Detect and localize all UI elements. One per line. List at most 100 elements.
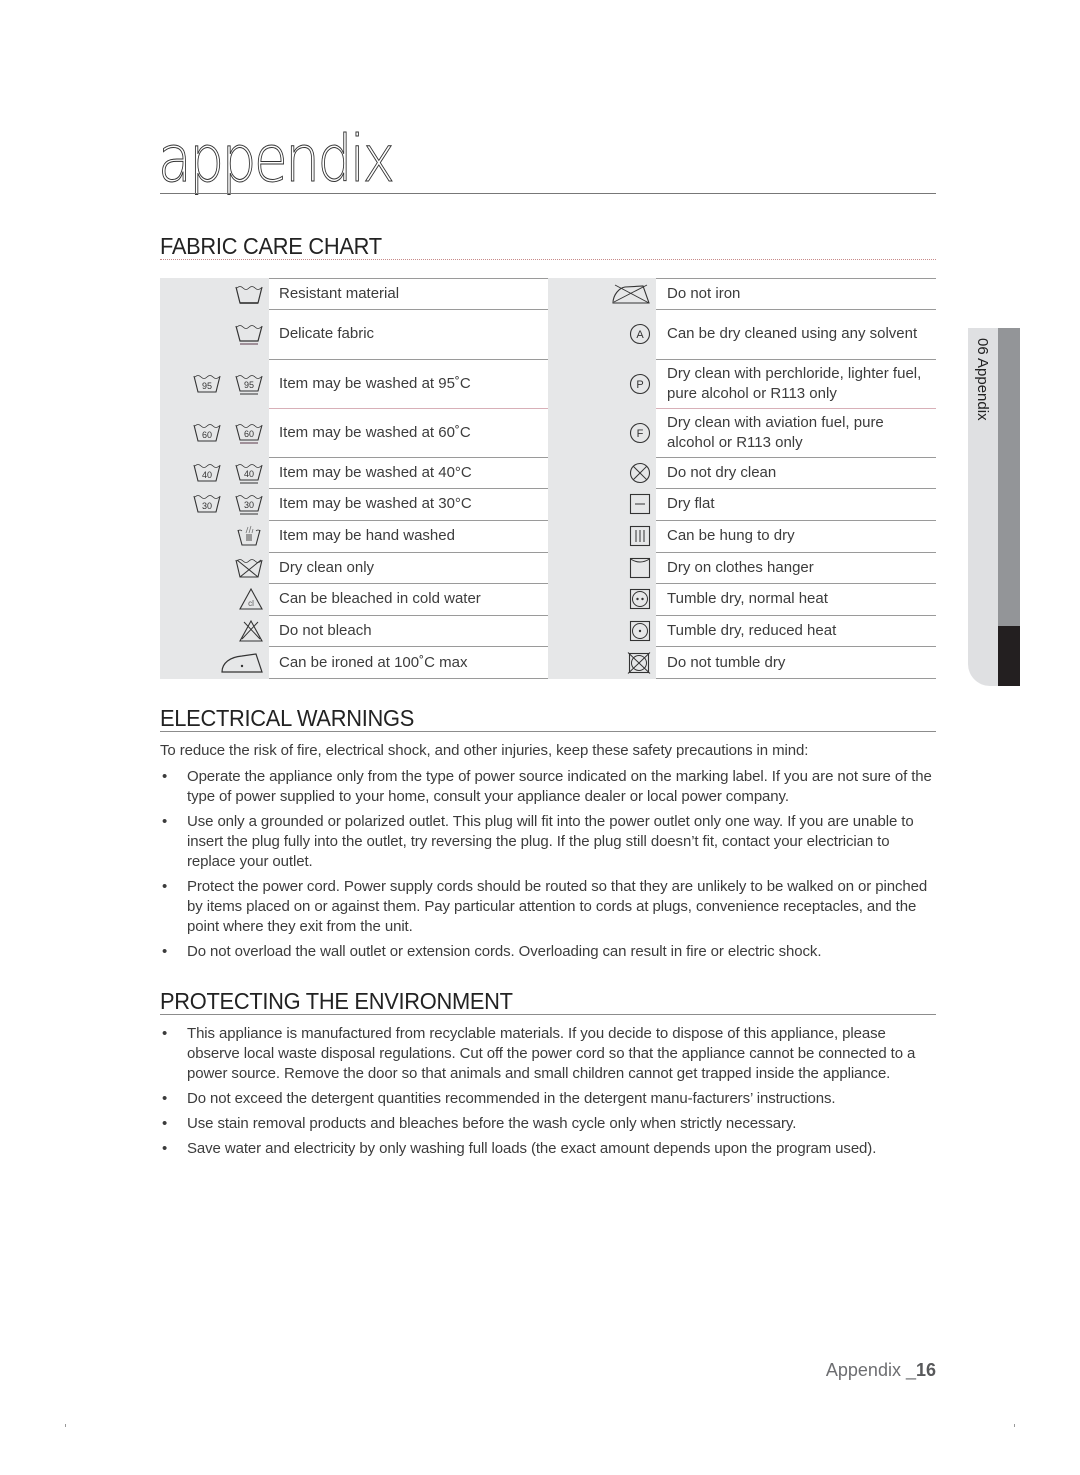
svg-text:40: 40 [202, 470, 212, 480]
page-title: appendix [158, 123, 396, 197]
care-row: 95 95 Item may be washed at 95˚C [160, 359, 548, 408]
wash-60-icon: 60 [193, 423, 221, 442]
bullet-item: • Protect the power cord. Power supply co… [162, 878, 928, 935]
hanger-dry-icon [629, 557, 651, 578]
care-row: Dry on clothes hanger [548, 552, 936, 583]
iron-low-icon [221, 652, 263, 673]
care-row: 60 60 Item may be washed at 60˚C [160, 408, 548, 457]
svg-text:P: P [636, 379, 643, 391]
care-row: cl Can be bleached in cold water [160, 583, 548, 615]
tumble-dry-normal-icon [629, 588, 651, 610]
care-chart-right: Do not iron A Can be dry cleaned using a… [548, 278, 936, 679]
care-row: Can be hung to dry [548, 520, 936, 552]
dry-clean-f-icon: F [629, 422, 651, 443]
care-label: Can be dry cleaned using any solvent [667, 325, 918, 342]
care-row: Resistant material [160, 278, 548, 309]
care-label: Delicate fabric [279, 325, 375, 342]
do-not-bleach-icon [239, 619, 263, 642]
bullet-item: • This appliance is manufactured from rec… [162, 1025, 916, 1082]
chapter-tab-label: 06 Appendix [974, 338, 991, 421]
care-label: Can be bleached in cold water [279, 590, 481, 607]
care-label: Dry clean with aviation fuel, pure alcoh… [667, 413, 884, 451]
care-row: Dry clean only [160, 552, 548, 583]
title-rule [160, 193, 936, 194]
wash-tub-delicate-icon [235, 325, 263, 345]
svg-text:A: A [636, 329, 644, 341]
svg-text:95: 95 [202, 381, 212, 391]
electrical-warnings-rule [160, 731, 936, 732]
bullet-item: • Do not exceed the detergent quantities … [162, 1090, 836, 1107]
wash-30-delicate-icon: 30 [235, 495, 263, 515]
care-label: Do not bleach [279, 621, 372, 639]
bullet-item: • Use stain removal products and bleaches… [162, 1115, 797, 1132]
chapter-side-tab: 06 Appendix [968, 328, 1022, 686]
environment-heading: PROTECTING THE ENVIRONMENT [160, 988, 513, 1014]
line-dry-icon [629, 525, 651, 547]
care-label: Item may be washed at 30°C [279, 495, 472, 512]
wash-60-delicate-icon: 60 [235, 423, 263, 443]
fabric-care-rule [160, 259, 936, 260]
care-row: Do not dry clean [548, 457, 936, 488]
care-row: Delicate fabric [160, 309, 548, 359]
care-row: A Can be dry cleaned using any solvent [548, 309, 936, 359]
care-label: Dry clean with perchloride, lighter fuel… [667, 364, 922, 402]
svg-text:30: 30 [244, 500, 254, 510]
dry-clean-a-icon: A [629, 323, 651, 345]
care-label: Item may be washed at 60˚C [279, 423, 471, 441]
crop-mark [1014, 1424, 1015, 1427]
electrical-bullet-list: • Operate the appliance only from the typ… [160, 767, 940, 967]
wash-40-icon: 40 [193, 463, 221, 482]
care-row: Tumble dry, reduced heat [548, 615, 936, 646]
care-chart-left: Resistant material Delicate fabric 95 95… [160, 278, 548, 679]
care-label: Tumble dry, normal heat [667, 590, 828, 607]
svg-text:F: F [637, 428, 644, 440]
bleach-cold-icon: cl [239, 587, 263, 610]
care-row: 30 30 Item may be washed at 30°C [160, 488, 548, 520]
wash-30-icon: 30 [193, 495, 221, 513]
wash-40-delicate-icon: 40 [235, 463, 263, 483]
electrical-warnings-heading: ELECTRICAL WARNINGS [160, 705, 414, 731]
dry-clean-p-icon: P [629, 373, 651, 394]
care-label: Resistant material [279, 284, 400, 302]
care-label: Dry flat [667, 495, 715, 512]
do-not-wash-icon [235, 558, 263, 578]
do-not-iron-icon [612, 284, 650, 304]
care-label: Can be ironed at 100˚C max [279, 653, 468, 671]
svg-text:60: 60 [202, 430, 212, 440]
dry-flat-icon [629, 493, 651, 515]
environment-bullet-list: • This appliance is manufactured from rec… [160, 1024, 940, 1164]
care-label: Can be hung to dry [667, 527, 795, 544]
care-label: Dry clean only [279, 558, 375, 576]
care-label: Tumble dry, reduced heat [667, 621, 837, 639]
svg-text:30: 30 [202, 501, 212, 511]
bullet-item: • Use only a grounded or polarized outlet… [162, 813, 914, 870]
care-label: Item may be hand washed [279, 527, 455, 544]
care-label: Do not dry clean [667, 463, 777, 481]
page-footer: Appendix _16 [826, 1360, 936, 1381]
crop-mark [65, 1424, 66, 1427]
svg-text:60: 60 [244, 429, 254, 439]
care-row: Dry flat [548, 488, 936, 520]
bullet-item: • Operate the appliance only from the typ… [162, 768, 932, 805]
care-row: Item may be hand washed [160, 520, 548, 552]
tumble-dry-low-icon [629, 620, 651, 641]
care-row: Do not tumble dry [548, 646, 936, 679]
care-label: Do not tumble dry [667, 653, 786, 671]
care-row: Can be ironed at 100˚C max [160, 646, 548, 679]
wash-95-delicate-icon: 95 [235, 374, 263, 394]
wash-tub-icon [235, 285, 263, 304]
svg-text:cl: cl [248, 599, 254, 608]
care-label: Item may be washed at 40°C [279, 463, 472, 481]
page-number: 16 [915, 1360, 936, 1380]
care-label: Do not iron [667, 284, 741, 302]
do-not-dry-clean-icon [629, 462, 651, 483]
bullet-item: • Save water and electricity by only wash… [162, 1140, 877, 1157]
care-row: Tumble dry, normal heat [548, 583, 936, 615]
care-row: 40 40 Item may be washed at 40°C [160, 457, 548, 488]
svg-text:95: 95 [244, 380, 254, 390]
care-label: Dry on clothes hanger [667, 558, 814, 576]
care-row: F Dry clean with aviation fuel, pure alc… [548, 408, 936, 457]
svg-text:40: 40 [244, 469, 254, 479]
do-not-tumble-dry-icon [627, 651, 651, 674]
bullet-item: • Do not overload the wall outlet or exte… [162, 943, 822, 960]
